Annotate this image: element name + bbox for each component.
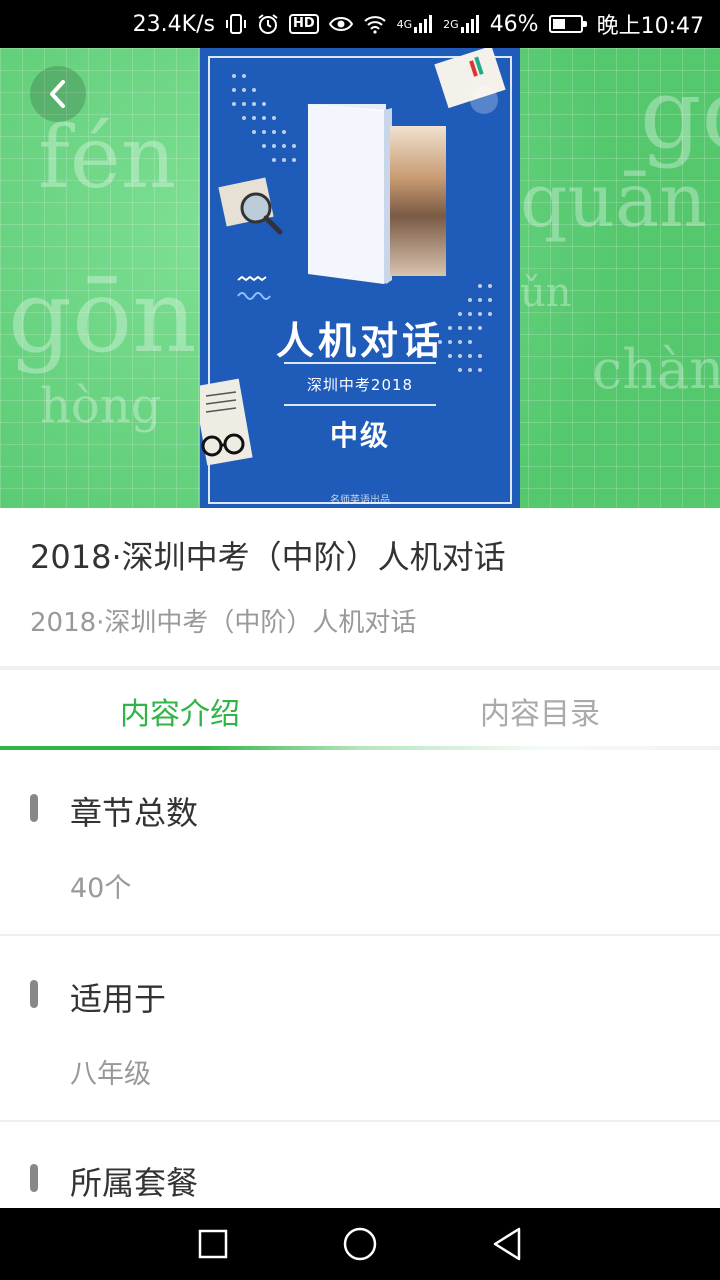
- signal-4g-icon: 4G: [397, 15, 434, 33]
- alarm-icon: [257, 13, 279, 35]
- cover-level: 中级: [329, 419, 390, 452]
- clock: 晚上10:47: [596, 14, 704, 39]
- section-marker: [30, 794, 38, 822]
- battery-percent: 46%: [489, 11, 539, 37]
- signal-2g-icon: 2G: [443, 15, 480, 33]
- wave-decoration: [237, 276, 271, 300]
- vibrate-icon: [225, 13, 247, 35]
- tab-catalog[interactable]: 内容目录: [360, 672, 720, 750]
- book-cover: 人机对话 深圳中考2018 中级 名师英语出品: [200, 48, 520, 508]
- info-section-chapters: 章节总数 40个: [0, 750, 720, 938]
- hd-icon: HD: [288, 14, 319, 34]
- pinyin-text: fén: [38, 108, 177, 208]
- cover-publisher: 名师英语出品: [330, 495, 390, 506]
- network-speed: 23.4K/s: [132, 11, 215, 37]
- magnifier-icon: [218, 177, 283, 235]
- back-button[interactable]: [30, 66, 86, 122]
- product-subtitle: 2018·深圳中考（中阶）人机对话: [30, 608, 417, 638]
- square-icon: [199, 1229, 228, 1259]
- students-photo: [390, 126, 446, 276]
- product-title: 2018·深圳中考（中阶）人机对话: [30, 538, 506, 576]
- door-illustration: [306, 104, 392, 284]
- info-section-package: 所属套餐: [0, 1122, 720, 1208]
- tab-intro[interactable]: 内容介绍: [0, 672, 360, 750]
- pinyin-text: gōn: [8, 258, 197, 375]
- pinyin-text: ǔn: [520, 270, 572, 316]
- cover-divider: [284, 362, 436, 364]
- home-button[interactable]: [330, 1214, 390, 1274]
- section-value: 40个: [70, 873, 132, 904]
- eye-icon: [328, 14, 353, 34]
- info-section-grade: 适用于 八年级: [0, 936, 720, 1122]
- section-value: 八年级: [70, 1059, 151, 1090]
- section-label: 章节总数: [70, 794, 199, 832]
- chevron-left-icon: [50, 80, 65, 108]
- cover-subtitle: 深圳中考2018: [306, 376, 414, 394]
- back-nav-button[interactable]: [477, 1214, 537, 1274]
- wifi-icon: [363, 14, 387, 34]
- status-bar: 23.4K/s HD 4G 2G 46% 晚上10:47: [0, 0, 720, 48]
- notebook-illustration: [434, 48, 506, 114]
- section-label: 适用于: [70, 980, 167, 1018]
- cover-title: 人机对话: [275, 319, 444, 363]
- circle-icon: [343, 1227, 377, 1261]
- pinyin-text: quān: [520, 158, 707, 244]
- section-marker: [30, 1164, 38, 1192]
- pinyin-text: go: [640, 58, 720, 170]
- section-divider: [0, 666, 720, 670]
- system-nav-bar: [0, 1208, 720, 1280]
- section-marker: [30, 980, 38, 1008]
- recent-apps-button[interactable]: [183, 1214, 243, 1274]
- hero-banner: fén gōn hòng quān ǔn chàng go: [0, 48, 720, 508]
- pinyin-text: hòng: [40, 378, 162, 434]
- section-label: 所属套餐: [70, 1164, 199, 1202]
- cover-divider: [284, 404, 436, 406]
- triangle-back-icon: [493, 1227, 520, 1261]
- battery-icon: [548, 15, 587, 33]
- pinyin-text: chàng: [592, 338, 720, 401]
